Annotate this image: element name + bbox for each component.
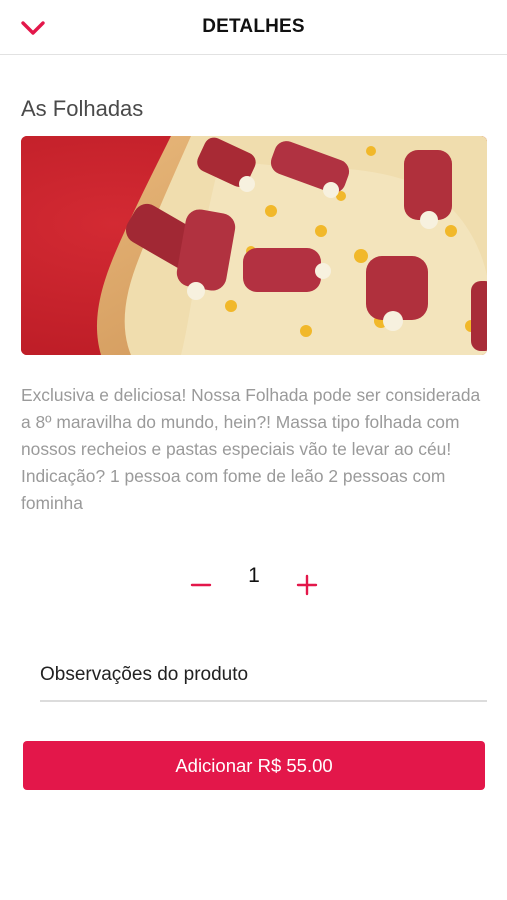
minus-icon xyxy=(190,583,212,587)
quantity-stepper: 1 xyxy=(0,556,507,604)
add-to-cart-button[interactable]: Adicionar R$ 55.00 xyxy=(23,741,485,790)
product-title: As Folhadas xyxy=(21,96,144,121)
top-bar: DETALHES xyxy=(0,0,507,55)
decrease-quantity-button[interactable] xyxy=(186,566,216,596)
plus-icon xyxy=(296,574,318,596)
pizza-illustration xyxy=(21,136,487,355)
increase-quantity-button[interactable] xyxy=(292,566,322,596)
page-title: DETALHES xyxy=(202,16,305,37)
product-notes-input[interactable] xyxy=(40,650,487,702)
product-image xyxy=(21,136,487,355)
quantity-value: 1 xyxy=(248,564,260,587)
product-description: Exclusiva e deliciosa! Nossa Folhada pod… xyxy=(21,385,481,513)
